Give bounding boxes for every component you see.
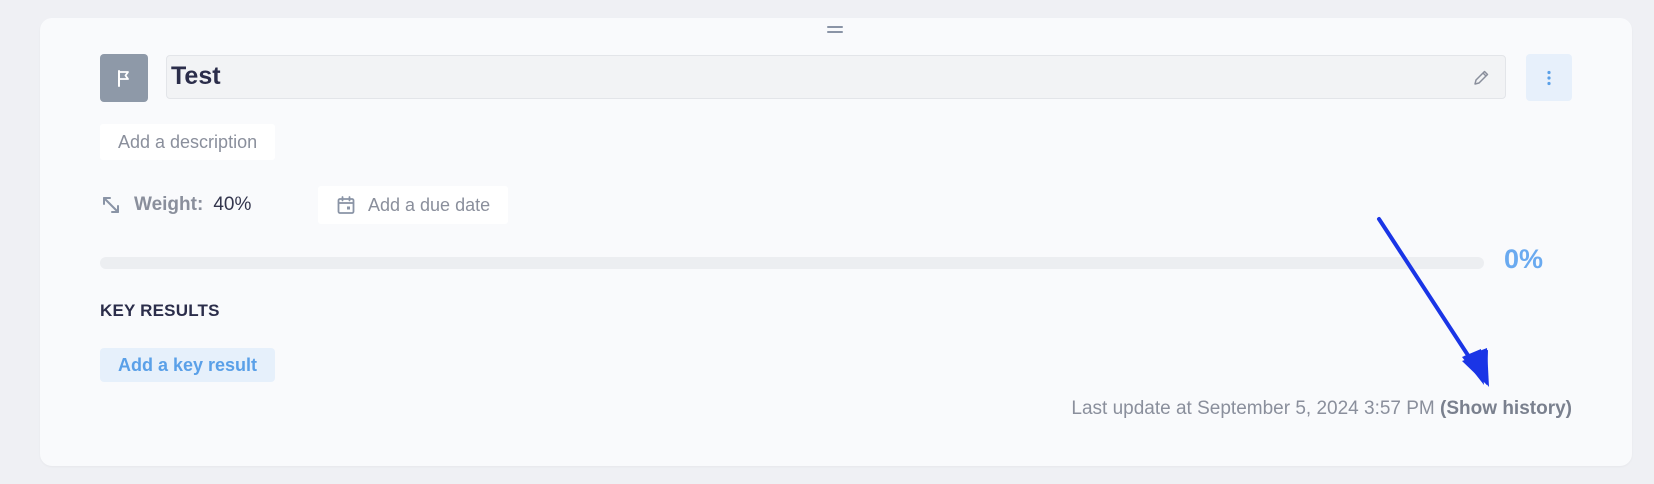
objective-card: Test Add a description Weight: 40% Add a <box>40 18 1632 466</box>
more-options-button[interactable] <box>1526 54 1572 101</box>
drag-handle-icon[interactable] <box>827 26 843 34</box>
objective-title-field[interactable]: Test <box>166 55 1506 99</box>
objective-title: Test <box>171 62 221 90</box>
last-update-info: Last update at September 5, 2024 3:57 PM… <box>1071 398 1572 420</box>
calendar-icon <box>337 196 355 214</box>
last-update-text: Last update at September 5, 2024 3:57 PM <box>1071 398 1435 419</box>
resize-arrows-icon <box>103 197 119 213</box>
weight-value: 40% <box>213 194 252 215</box>
progress-bar <box>100 257 1484 269</box>
weight-field[interactable]: Weight: 40% <box>100 190 251 220</box>
key-results-heading: KEY RESULTS <box>100 301 220 320</box>
flag-icon <box>118 70 129 87</box>
due-date-label: Add a due date <box>368 194 491 215</box>
progress-percentage: 0% <box>1504 244 1544 274</box>
add-description-button[interactable]: Add a description <box>100 124 276 160</box>
add-key-result-button[interactable]: Add a key result <box>100 348 276 382</box>
weight-label: Weight: <box>134 194 204 215</box>
add-due-date-button[interactable]: Add a due date <box>318 186 509 224</box>
objective-type-button[interactable] <box>100 54 148 102</box>
kebab-menu-icon <box>1547 70 1551 85</box>
pencil-icon[interactable] <box>1471 68 1491 88</box>
show-history-link[interactable]: (Show history) <box>1440 398 1572 419</box>
